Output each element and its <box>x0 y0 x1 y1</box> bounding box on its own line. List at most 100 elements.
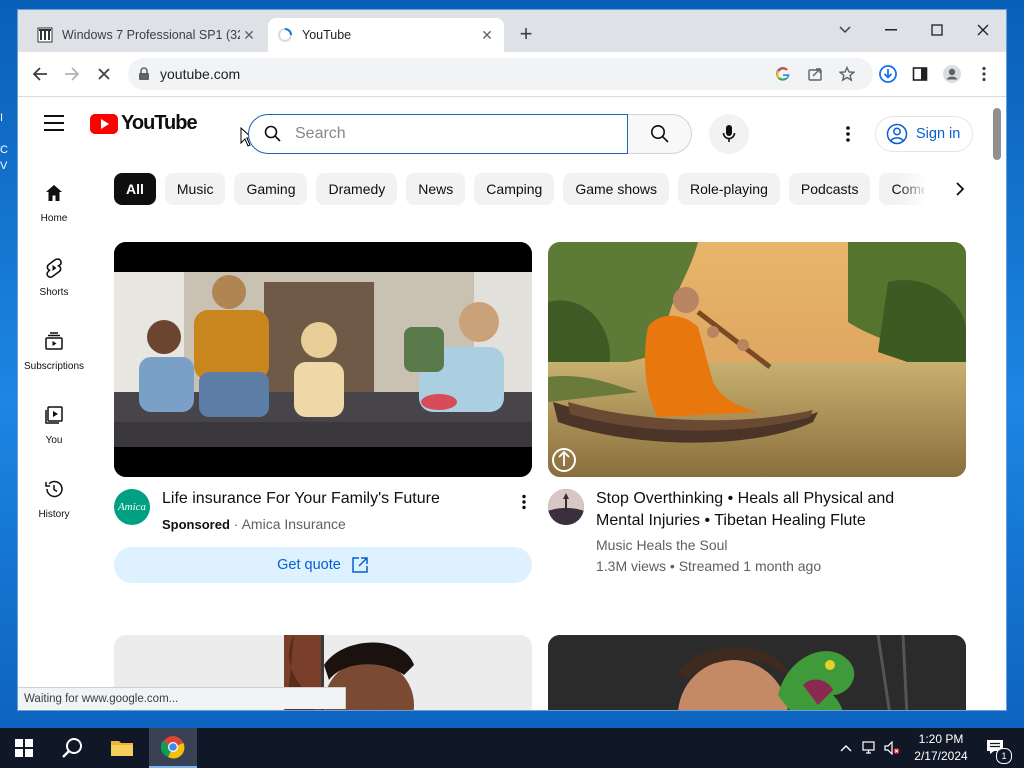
profile-button[interactable] <box>940 62 964 86</box>
chips-next-button[interactable] <box>948 177 972 201</box>
taskbar-file-explorer[interactable] <box>98 728 146 768</box>
ad-title[interactable]: Life insurance For Your Family's Future <box>162 488 502 510</box>
download-button[interactable] <box>876 62 900 86</box>
channel-avatar-image <box>548 489 584 525</box>
chip-podcasts[interactable]: Podcasts <box>788 173 871 205</box>
close-window-button[interactable] <box>960 16 1006 44</box>
get-quote-button[interactable]: Get quote <box>114 547 532 583</box>
network-tray-icon[interactable] <box>862 740 878 756</box>
address-bar[interactable]: youtube.com <box>128 58 873 90</box>
taskbar-chrome[interactable] <box>149 728 197 768</box>
vm-page-icon <box>36 26 54 44</box>
search-button[interactable] <box>628 114 692 154</box>
sidebar-item-home[interactable]: Home <box>18 183 90 224</box>
url-text: youtube.com <box>160 66 241 82</box>
sidebar-label: Shorts <box>39 287 69 298</box>
external-link-icon <box>352 557 368 573</box>
taskbar-clock[interactable]: 1:20 PM 2/17/2024 <box>910 731 972 765</box>
video-thumbnail-row2-right[interactable] <box>548 635 966 710</box>
tab-youtube[interactable]: YouTube ✕ <box>268 18 504 52</box>
forward-button[interactable] <box>60 62 84 86</box>
thumbnail-image <box>548 635 966 710</box>
settings-menu-button[interactable] <box>836 117 860 151</box>
advertiser-name[interactable]: Amica Insurance <box>242 516 346 532</box>
profile-icon <box>943 65 961 83</box>
video-thumbnail-image <box>548 242 966 477</box>
sidebar-item-subscriptions[interactable]: Subscriptions <box>18 331 90 372</box>
chip-gaming[interactable]: Gaming <box>234 173 308 205</box>
voice-search-button[interactable] <box>709 114 749 154</box>
close-icon[interactable]: ✕ <box>240 27 258 44</box>
shorts-icon <box>46 258 62 278</box>
video-stats: 1.3M views • Streamed 1 month ago <box>596 558 822 574</box>
video-thumbnail[interactable] <box>548 242 966 477</box>
close-icon <box>977 24 989 36</box>
chip-music[interactable]: Music <box>164 173 226 205</box>
sidebar-item-you[interactable]: You <box>18 405 90 446</box>
volume-tray-icon[interactable] <box>884 740 900 756</box>
search-input[interactable] <box>248 114 628 154</box>
guide-menu-button[interactable] <box>44 115 64 131</box>
you-icon <box>45 406 63 424</box>
action-center-button[interactable]: 1 <box>972 728 1020 768</box>
taskbar-search-button[interactable] <box>48 728 96 768</box>
youtube-logo[interactable]: YouTube <box>90 112 198 135</box>
back-button[interactable] <box>28 62 52 86</box>
channel-name[interactable]: Music Heals the Soul <box>596 535 728 555</box>
youtube-play-icon <box>90 113 118 134</box>
network-icon <box>862 741 875 754</box>
chip-news[interactable]: News <box>406 173 466 205</box>
windows-taskbar: 1:20 PM 2/17/2024 1 <box>0 728 1024 768</box>
tab-title: Windows 7 Professional SP1 (32 bit) <box>62 28 240 42</box>
sidebar-label: Subscriptions <box>23 361 85 372</box>
side-panel-button[interactable] <box>908 62 932 86</box>
tray-overflow-button[interactable] <box>838 740 854 756</box>
tab-windows7[interactable]: Windows 7 Professional SP1 (32 bit) ✕ <box>28 18 266 52</box>
share-icon[interactable] <box>805 64 825 84</box>
minimize-button[interactable] <box>868 16 914 44</box>
bookmark-star-icon[interactable] <box>837 64 857 84</box>
channel-avatar[interactable] <box>548 489 584 525</box>
browser-toolbar: youtube.com <box>18 52 1006 97</box>
google-icon[interactable] <box>773 64 793 84</box>
sign-in-label: Sign in <box>916 126 961 142</box>
history-icon <box>45 480 63 498</box>
ad-menu-button[interactable] <box>514 491 534 513</box>
new-tab-button[interactable]: + <box>515 23 537 46</box>
ad-meta: Sponsored · Amica Insurance <box>162 516 346 532</box>
close-icon[interactable]: ✕ <box>478 27 496 44</box>
search-icon <box>62 738 82 758</box>
chrome-menu-button[interactable] <box>972 62 996 86</box>
folder-icon <box>111 741 133 756</box>
maximize-icon <box>931 24 943 36</box>
ad-thumbnail[interactable] <box>114 242 532 477</box>
sidebar-item-shorts[interactable]: Shorts <box>18 257 90 298</box>
tab-search-button[interactable] <box>822 16 868 44</box>
sponsored-label: Sponsored <box>162 517 230 532</box>
amica-avatar[interactable]: Amica <box>114 489 150 525</box>
youtube-wordmark: YouTube <box>121 112 198 134</box>
youtube-page: YouTube Sign in Home Shorts <box>18 97 1006 710</box>
side-panel-icon <box>912 67 928 81</box>
sidebar-label: You <box>45 435 63 446</box>
start-button[interactable] <box>0 728 48 768</box>
kebab-menu-icon <box>522 494 526 510</box>
chip-dramedy[interactable]: Dramedy <box>316 173 398 205</box>
video-title[interactable]: Stop Overthinking • Heals all Physical a… <box>596 488 956 532</box>
sidebar-item-history[interactable]: History <box>18 479 90 520</box>
status-bubble: Waiting for www.google.com... <box>18 687 346 709</box>
page-scrollbar[interactable] <box>993 108 1001 160</box>
sidebar-label: History <box>38 509 70 520</box>
ad-thumbnail-image <box>114 242 532 477</box>
chip-role-playing[interactable]: Role-playing <box>678 173 780 205</box>
maximize-button[interactable] <box>914 16 960 44</box>
windows-logo-icon <box>15 739 33 757</box>
stop-loading-button[interactable] <box>92 62 116 86</box>
sign-in-button[interactable]: Sign in <box>875 116 973 152</box>
chip-camping[interactable]: Camping <box>474 173 555 205</box>
chip-game-shows[interactable]: Game shows <box>563 173 670 205</box>
chip-all[interactable]: All <box>114 173 156 205</box>
loading-spinner-icon <box>276 26 294 44</box>
minimize-icon <box>885 29 897 31</box>
subscriptions-icon <box>45 332 63 350</box>
